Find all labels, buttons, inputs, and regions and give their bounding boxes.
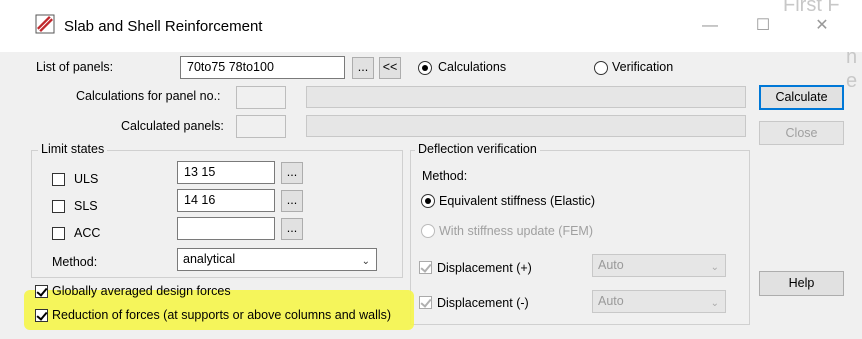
method-select-value: analytical: [183, 252, 236, 266]
previous-selection-button[interactable]: <<: [379, 57, 401, 79]
background-app-text: n: [846, 46, 858, 68]
calc-panel-number-field: [236, 86, 286, 109]
help-button[interactable]: Help: [759, 271, 844, 296]
calc-panel-label: Calculations for panel no.:: [76, 89, 221, 103]
calculate-button[interactable]: Calculate: [759, 85, 844, 110]
sls-checkbox[interactable]: [52, 200, 65, 213]
acc-cases-input[interactable]: [177, 217, 275, 240]
uls-browse-button[interactable]: ...: [281, 162, 303, 184]
deflection-method-label: Method:: [422, 169, 468, 183]
acc-checkbox[interactable]: [52, 227, 65, 240]
acc-label: ACC: [74, 226, 101, 240]
stiffness-update-radio: [421, 224, 435, 238]
maximize-icon[interactable]: ☐: [749, 12, 777, 40]
window-title: Slab and Shell Reinforcement: [64, 18, 263, 35]
uls-label: ULS: [74, 172, 99, 186]
calculated-panels-field: [236, 115, 286, 138]
acc-browse-button[interactable]: ...: [281, 218, 303, 240]
calc-panel-progress: [306, 86, 746, 108]
equivalent-stiffness-label[interactable]: Equivalent stiffness (Elastic): [439, 194, 595, 208]
reduction-of-forces-checkbox[interactable]: [35, 309, 48, 322]
displacement-plus-select: Auto ⌄: [592, 254, 726, 277]
equivalent-stiffness-radio[interactable]: [421, 194, 435, 208]
stiffness-update-label: With stiffness update (FEM): [439, 224, 593, 238]
displacement-minus-label: Displacement (-): [437, 296, 529, 310]
globally-averaged-checkbox[interactable]: [35, 285, 48, 298]
displacement-minus-select: Auto ⌄: [592, 290, 726, 313]
calculations-radio[interactable]: [418, 61, 432, 75]
chevron-down-icon: ⌄: [710, 298, 719, 309]
chevron-down-icon: ⌄: [710, 262, 719, 273]
list-of-panels-label: List of panels:: [36, 60, 114, 74]
displacement-plus-value: Auto: [598, 258, 624, 272]
close-button: Close: [759, 121, 844, 145]
sls-cases-input[interactable]: 14 16: [177, 189, 275, 212]
background-app-text: First F: [783, 0, 840, 16]
displacement-minus-value: Auto: [598, 294, 624, 308]
verification-radio[interactable]: [594, 61, 608, 75]
deflection-verification-title: Deflection verification: [415, 142, 540, 156]
title-bar: Slab and Shell Reinforcement — ☐ ✕: [0, 0, 862, 52]
globally-averaged-label[interactable]: Globally averaged design forces: [52, 284, 231, 298]
browse-panels-button[interactable]: ...: [352, 57, 374, 79]
app-icon: [35, 14, 55, 34]
method-select[interactable]: analytical ⌄: [177, 248, 377, 271]
calculated-panels-progress: [306, 115, 746, 137]
displacement-plus-checkbox: [419, 261, 432, 274]
calculations-radio-label[interactable]: Calculations: [438, 60, 506, 74]
calculated-panels-label: Calculated panels:: [121, 119, 224, 133]
sls-browse-button[interactable]: ...: [281, 190, 303, 212]
reduction-of-forces-label[interactable]: Reduction of forces (at supports or abov…: [52, 308, 391, 322]
minimize-icon[interactable]: —: [696, 12, 724, 40]
chevron-down-icon: ⌄: [361, 256, 370, 267]
dialog-window: Slab and Shell Reinforcement — ☐ ✕ First…: [0, 0, 862, 339]
method-label: Method:: [52, 255, 98, 269]
verification-radio-label[interactable]: Verification: [612, 60, 673, 74]
displacement-plus-label: Displacement (+): [437, 261, 532, 275]
background-app-text: e: [846, 70, 858, 92]
limit-states-title: Limit states: [38, 142, 108, 156]
uls-cases-input[interactable]: 13 15: [177, 161, 275, 184]
sls-label: SLS: [74, 199, 98, 213]
displacement-minus-checkbox: [419, 296, 432, 309]
list-of-panels-input[interactable]: 70to75 78to100: [180, 56, 345, 79]
uls-checkbox[interactable]: [52, 173, 65, 186]
